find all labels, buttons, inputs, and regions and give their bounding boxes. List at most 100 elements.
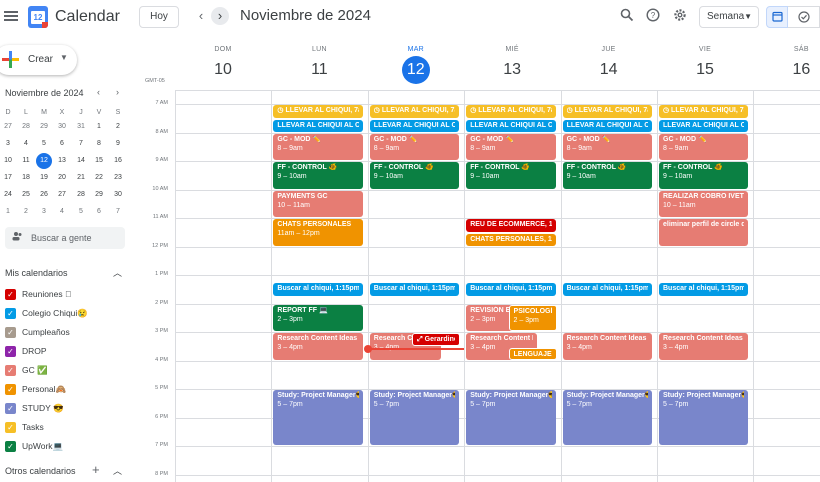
calendar-event[interactable]: CHATS PERSONALES, 11: <box>466 233 556 246</box>
calendar-event[interactable]: ◷ LLEVAR AL CHIQUI, 7a <box>369 105 460 118</box>
mini-day[interactable]: 9 <box>110 136 126 152</box>
day-header[interactable]: LUN 11 <box>271 46 367 84</box>
calendar-event[interactable]: GC - MOD ✏️ 8 – 9am <box>369 133 460 161</box>
calendar-event[interactable]: Study: Project Manager😎 5 – 7pm <box>466 390 556 446</box>
mini-day[interactable]: 4 <box>18 136 34 152</box>
calendar-event[interactable]: LLEVAR AL CHIQUI AL CO <box>562 119 652 132</box>
mini-day[interactable]: 12 <box>36 153 52 169</box>
main-menu-icon[interactable] <box>4 9 18 23</box>
calendar-event[interactable]: LLEVAR AL CHIQUI AL CO <box>369 119 460 132</box>
day-number[interactable]: 11 <box>305 56 333 84</box>
calendar-event[interactable]: FF - CONTROL 🐠 9 – 10am <box>466 162 556 189</box>
calendar-event[interactable]: Buscar al chiqui, 1:15pm <box>659 283 749 296</box>
mini-day[interactable]: 5 <box>36 136 52 152</box>
calendar-event[interactable]: Research Content Ideas 🎁 3 – 4pm <box>273 333 363 360</box>
mini-next-icon[interactable]: › <box>116 87 119 97</box>
mini-day[interactable]: 10 <box>0 153 16 169</box>
day-number[interactable]: 14 <box>595 56 623 84</box>
day-header[interactable]: VIE 15 <box>657 46 753 84</box>
mini-day[interactable]: 7 <box>73 136 89 152</box>
calendar-event[interactable]: PAYMENTS GC 10 – 11am <box>273 190 363 218</box>
today-button[interactable]: Hoy <box>139 6 179 28</box>
checkbox-icon[interactable]: ✓ <box>5 422 16 433</box>
calendar-event[interactable]: GC - MOD ✏️ 8 – 9am <box>466 133 556 161</box>
add-calendar-icon[interactable]: + <box>92 462 100 477</box>
other-calendars-title[interactable]: Otros calendarios <box>5 466 76 476</box>
calendar-event[interactable]: GC - MOD ✏️ 8 – 9am <box>562 133 652 161</box>
checkbox-icon[interactable]: ✓ <box>5 308 16 319</box>
day-number[interactable]: 15 <box>691 56 719 84</box>
checkbox-icon[interactable]: ✓ <box>5 346 16 357</box>
checkbox-icon[interactable]: ✓ <box>5 441 16 452</box>
calendar-item[interactable]: ✓ Reuniones 🏻 <box>5 288 125 302</box>
mini-day[interactable]: 27 <box>54 187 70 203</box>
mini-day[interactable]: 27 <box>0 119 16 135</box>
chevron-up-icon[interactable]: ︿ <box>113 464 122 477</box>
calendar-event[interactable]: Buscar al chiqui, 1:15pm <box>369 283 460 296</box>
next-week-button[interactable]: › <box>211 7 229 25</box>
calendar-event[interactable]: FF - CONTROL 🐠 9 – 10am <box>273 162 363 189</box>
calendar-item[interactable]: ✓ Personal🙈 <box>5 383 125 397</box>
mini-day[interactable]: 3 <box>0 136 16 152</box>
mini-day[interactable]: 15 <box>91 153 107 169</box>
day-header[interactable]: JUE 14 <box>561 46 657 84</box>
calendar-event[interactable]: FF - CONTROL 🐠 9 – 10am <box>562 162 652 189</box>
calendar-event[interactable]: CHATS PERSONALES 11am – 12pm <box>273 219 363 246</box>
mini-day[interactable]: 18 <box>18 170 34 186</box>
calendar-event[interactable]: Study: Project Manager😎 5 – 7pm <box>369 390 460 446</box>
mini-day[interactable]: 16 <box>110 153 126 169</box>
mini-day[interactable]: 29 <box>36 119 52 135</box>
calendar-event[interactable]: PSICOLOGÍA2 – 3pm <box>508 304 557 332</box>
mini-day[interactable]: 29 <box>91 187 107 203</box>
mini-day[interactable]: 4 <box>54 204 70 220</box>
help-icon[interactable]: ? <box>645 8 661 24</box>
prev-week-button[interactable]: ‹ <box>192 7 210 25</box>
my-calendars-title[interactable]: Mis calendarios <box>5 268 68 278</box>
day-header[interactable]: MAR 12 <box>368 46 464 84</box>
calendar-item[interactable]: ✓ GC ✅ <box>5 364 125 378</box>
calendar-event[interactable]: FF - CONTROL 🐠 9 – 10am <box>369 162 460 189</box>
mini-day[interactable]: 6 <box>54 136 70 152</box>
mini-day[interactable]: 13 <box>54 153 70 169</box>
mini-day[interactable]: 20 <box>54 170 70 186</box>
checkbox-icon[interactable]: ✓ <box>5 365 16 376</box>
chevron-up-icon[interactable]: ︿ <box>113 266 122 279</box>
calendar-event[interactable]: Buscar al chiqui, 1:15pm <box>466 283 556 296</box>
mini-day[interactable]: 7 <box>110 204 126 220</box>
mini-day[interactable]: 2 <box>18 204 34 220</box>
week-grid[interactable]: ◷ LLEVAR AL CHIQUI, 7a ◷ LLEVAR AL CHIQUI… <box>175 90 820 482</box>
calendar-event[interactable]: Study: Project Manager😎 5 – 7pm <box>273 390 363 446</box>
day-header[interactable]: DOM 10 <box>175 46 271 84</box>
day-number[interactable]: 12 <box>401 56 430 84</box>
mini-day[interactable]: 2 <box>110 119 126 135</box>
day-number[interactable]: 13 <box>498 56 526 84</box>
calendar-event[interactable]: ◷ LLEVAR AL CHIQUI, 7a <box>562 105 652 118</box>
calendar-item[interactable]: ✓ UpWork💻 <box>5 440 125 454</box>
calendar-event[interactable]: LLEVAR AL CHIQUI AL CO <box>466 119 556 132</box>
calendar-event[interactable]: ◷ LLEVAR AL CHIQUI, 7a <box>273 105 363 118</box>
mini-day[interactable]: 30 <box>110 187 126 203</box>
mini-day[interactable]: 5 <box>73 204 89 220</box>
calendar-item[interactable]: ✓ Cumpleaños <box>5 326 125 340</box>
mini-day[interactable]: 8 <box>91 136 107 152</box>
day-number[interactable]: 16 <box>787 56 815 84</box>
checkbox-icon[interactable]: ✓ <box>5 403 16 414</box>
calendar-event[interactable]: LLEVAR AL CHIQUI AL CO <box>659 119 749 132</box>
calendar-event[interactable]: REALIZAR COBRO IVETTE 10 – 11am <box>659 190 749 218</box>
mini-day[interactable]: 31 <box>73 119 89 135</box>
mini-day[interactable]: 30 <box>54 119 70 135</box>
calendar-event[interactable]: LLEVAR AL CHIQUI AL CO <box>273 119 363 132</box>
tasks-view-icon[interactable] <box>788 6 820 28</box>
checkbox-icon[interactable]: ✓ <box>5 327 16 338</box>
calendar-event[interactable]: Research Content Ideas 🎁 3 – 4pm <box>562 333 652 360</box>
mini-day[interactable]: 1 <box>91 119 107 135</box>
search-icon[interactable] <box>619 8 635 24</box>
mini-day[interactable]: 25 <box>18 187 34 203</box>
mini-day[interactable]: 17 <box>0 170 16 186</box>
calendar-item[interactable]: ✓ STUDY 😎 <box>5 402 125 416</box>
calendar-item[interactable]: ✓ DROP <box>5 345 125 359</box>
calendar-event[interactable]: ◷ LLEVAR AL CHIQUI, 7a <box>466 105 556 118</box>
calendar-event[interactable]: REU DE ECOMMERCE, 11a <box>466 219 556 232</box>
create-button[interactable]: Crear ▼ <box>0 45 77 75</box>
calendar-event[interactable]: Study: Project Manager😎 5 – 7pm <box>562 390 652 446</box>
